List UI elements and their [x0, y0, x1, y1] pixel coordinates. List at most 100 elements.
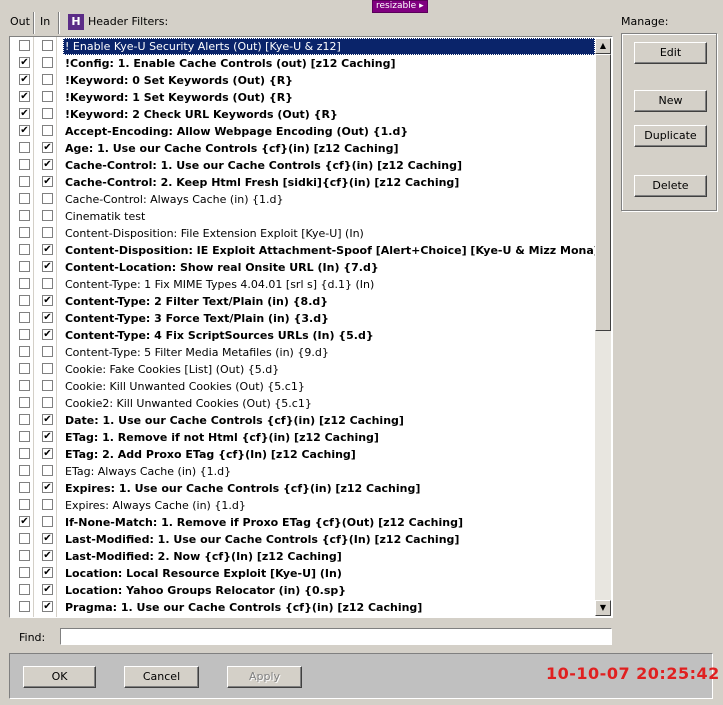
out-checkbox[interactable]: ✔ [19, 516, 30, 527]
in-checkbox[interactable] [42, 380, 53, 391]
column-header-in[interactable]: In [40, 15, 50, 28]
in-checkbox[interactable]: ✔ [42, 261, 53, 272]
out-checkbox[interactable] [19, 567, 30, 578]
out-checkbox[interactable] [19, 176, 30, 187]
out-checkbox[interactable] [19, 278, 30, 289]
duplicate-button[interactable]: Duplicate [634, 125, 707, 147]
in-checkbox[interactable] [42, 91, 53, 102]
filter-row[interactable]: Content-Type: 5 Filter Media Metafiles (… [11, 344, 595, 361]
filter-row[interactable]: ✔ !Keyword: 1 Set Keywords (Out) {R} [11, 89, 595, 106]
filter-row[interactable]: ✔ Content-Disposition: IE Exploit Attachm… [11, 242, 612, 259]
out-checkbox[interactable] [19, 550, 30, 561]
in-checkbox[interactable]: ✔ [42, 567, 53, 578]
filter-list[interactable]: ! Enable Kye-U Security Alerts (Out) [Ky… [9, 36, 613, 618]
out-checkbox[interactable] [19, 346, 30, 357]
filter-row[interactable]: ! Enable Kye-U Security Alerts (Out) [Ky… [11, 38, 595, 55]
in-checkbox[interactable] [42, 363, 53, 374]
filter-row[interactable]: ✔ Date: 1. Use our Cache Controls {cf}(in… [11, 412, 595, 429]
filter-row[interactable]: ✔ Cache-Control: 1. Use our Cache Control… [11, 157, 595, 174]
in-checkbox[interactable] [42, 193, 53, 204]
in-checkbox[interactable]: ✔ [42, 142, 53, 153]
in-checkbox[interactable] [42, 499, 53, 510]
out-checkbox[interactable] [19, 159, 30, 170]
ok-button[interactable]: OK [23, 666, 96, 688]
in-checkbox[interactable] [42, 465, 53, 476]
out-checkbox[interactable] [19, 397, 30, 408]
in-checkbox[interactable]: ✔ [42, 431, 53, 442]
filter-row[interactable]: ✔ Accept-Encoding: Allow Webpage Encoding… [11, 123, 595, 140]
in-checkbox[interactable]: ✔ [42, 295, 53, 306]
out-checkbox[interactable] [19, 601, 30, 612]
out-checkbox[interactable] [19, 329, 30, 340]
out-checkbox[interactable] [19, 142, 30, 153]
resizable-badge[interactable]: resizable ▸ [372, 0, 428, 13]
out-checkbox[interactable] [19, 312, 30, 323]
in-checkbox[interactable] [42, 346, 53, 357]
scroll-down-button[interactable]: ▼ [595, 600, 611, 616]
filter-row[interactable]: ✔ Content-Type: 4 Fix ScriptSources URLs … [11, 327, 595, 344]
out-checkbox[interactable] [19, 244, 30, 255]
in-checkbox[interactable]: ✔ [42, 584, 53, 595]
filter-row[interactable]: ✔ Content-Type: 3 Force Text/Plain (in) {… [11, 310, 595, 327]
scroll-up-button[interactable]: ▲ [595, 38, 611, 54]
out-checkbox[interactable] [19, 210, 30, 221]
in-checkbox[interactable]: ✔ [42, 482, 53, 493]
out-checkbox[interactable] [19, 380, 30, 391]
out-checkbox[interactable] [19, 584, 30, 595]
in-checkbox[interactable]: ✔ [42, 244, 53, 255]
filter-row[interactable]: ✔ ETag: 1. Remove if not Html {cf}(in) [z… [11, 429, 595, 446]
out-checkbox[interactable]: ✔ [19, 74, 30, 85]
in-checkbox[interactable] [42, 74, 53, 85]
in-checkbox[interactable]: ✔ [42, 312, 53, 323]
in-checkbox[interactable]: ✔ [42, 550, 53, 561]
in-checkbox[interactable]: ✔ [42, 159, 53, 170]
out-checkbox[interactable]: ✔ [19, 108, 30, 119]
filter-row[interactable]: ✔ Age: 1. Use our Cache Controls {cf}(in)… [11, 140, 595, 157]
filter-row[interactable]: Cookie: Kill Unwanted Cookies (Out) {5.c… [11, 378, 595, 395]
filter-row[interactable]: ✔ Last-Modified: 1. Use our Cache Control… [11, 531, 595, 548]
filter-row[interactable]: Content-Type: 1 Fix MIME Types 4.04.01 [… [11, 276, 595, 293]
filter-row[interactable]: ✔ Expires: 1. Use our Cache Controls {cf}… [11, 480, 595, 497]
in-checkbox[interactable] [42, 40, 53, 51]
new-button[interactable]: New [634, 90, 707, 112]
filter-row[interactable]: ✔ Content-Type: 2 Filter Text/Plain (in) … [11, 293, 595, 310]
in-checkbox[interactable] [42, 125, 53, 136]
apply-button[interactable]: Apply [227, 666, 302, 688]
filter-row[interactable]: Cookie: Fake Cookies [List] (Out) {5.d} [11, 361, 595, 378]
out-checkbox[interactable] [19, 261, 30, 272]
filter-row[interactable]: Cookie2: Kill Unwanted Cookies (Out) {5.… [11, 395, 595, 412]
out-checkbox[interactable]: ✔ [19, 57, 30, 68]
out-checkbox[interactable] [19, 363, 30, 374]
filter-row[interactable]: ETag: Always Cache (in) {1.d} [11, 463, 595, 480]
filter-row[interactable]: Content-Disposition: File Extension Expl… [11, 225, 595, 242]
out-checkbox[interactable]: ✔ [19, 91, 30, 102]
out-checkbox[interactable] [19, 431, 30, 442]
in-checkbox[interactable] [42, 397, 53, 408]
column-header-out[interactable]: Out [10, 15, 30, 28]
filter-row[interactable]: ✔ If-None-Match: 1. Remove if Proxo ETag … [11, 514, 595, 531]
in-checkbox[interactable]: ✔ [42, 329, 53, 340]
in-checkbox[interactable]: ✔ [42, 176, 53, 187]
filter-row[interactable]: ✔ Cache-Control: 2. Keep Html Fresh [sidk… [11, 174, 595, 191]
out-checkbox[interactable] [19, 533, 30, 544]
out-checkbox[interactable] [19, 414, 30, 425]
in-checkbox[interactable] [42, 278, 53, 289]
filter-row[interactable]: ✔ Pragma: 1. Use our Cache Controls {cf}(… [11, 599, 595, 616]
in-checkbox[interactable] [42, 108, 53, 119]
out-checkbox[interactable] [19, 448, 30, 459]
filter-row[interactable]: ✔ Content-Location: Show real Onsite URL … [11, 259, 595, 276]
filter-row[interactable]: ✔ ETag: 2. Add Proxo ETag {cf}(In) [z12 C… [11, 446, 595, 463]
out-checkbox[interactable] [19, 499, 30, 510]
filter-row[interactable]: ✔ !Keyword: 0 Set Keywords (Out) {R} [11, 72, 595, 89]
out-checkbox[interactable] [19, 482, 30, 493]
filter-row[interactable]: Expires: Always Cache (in) {1.d} [11, 497, 595, 514]
filter-row[interactable]: Cache-Control: Always Cache (in) {1.d} [11, 191, 595, 208]
in-checkbox[interactable]: ✔ [42, 448, 53, 459]
out-checkbox[interactable] [19, 465, 30, 476]
out-checkbox[interactable]: ✔ [19, 125, 30, 136]
in-checkbox[interactable]: ✔ [42, 533, 53, 544]
filter-row[interactable]: ✔ Last-Modified: 2. Now {cf}(In) [z12 Cac… [11, 548, 595, 565]
out-checkbox[interactable] [19, 295, 30, 306]
in-checkbox[interactable] [42, 227, 53, 238]
filter-row[interactable]: ✔ !Keyword: 2 Check URL Keywords (Out) {R… [11, 106, 595, 123]
